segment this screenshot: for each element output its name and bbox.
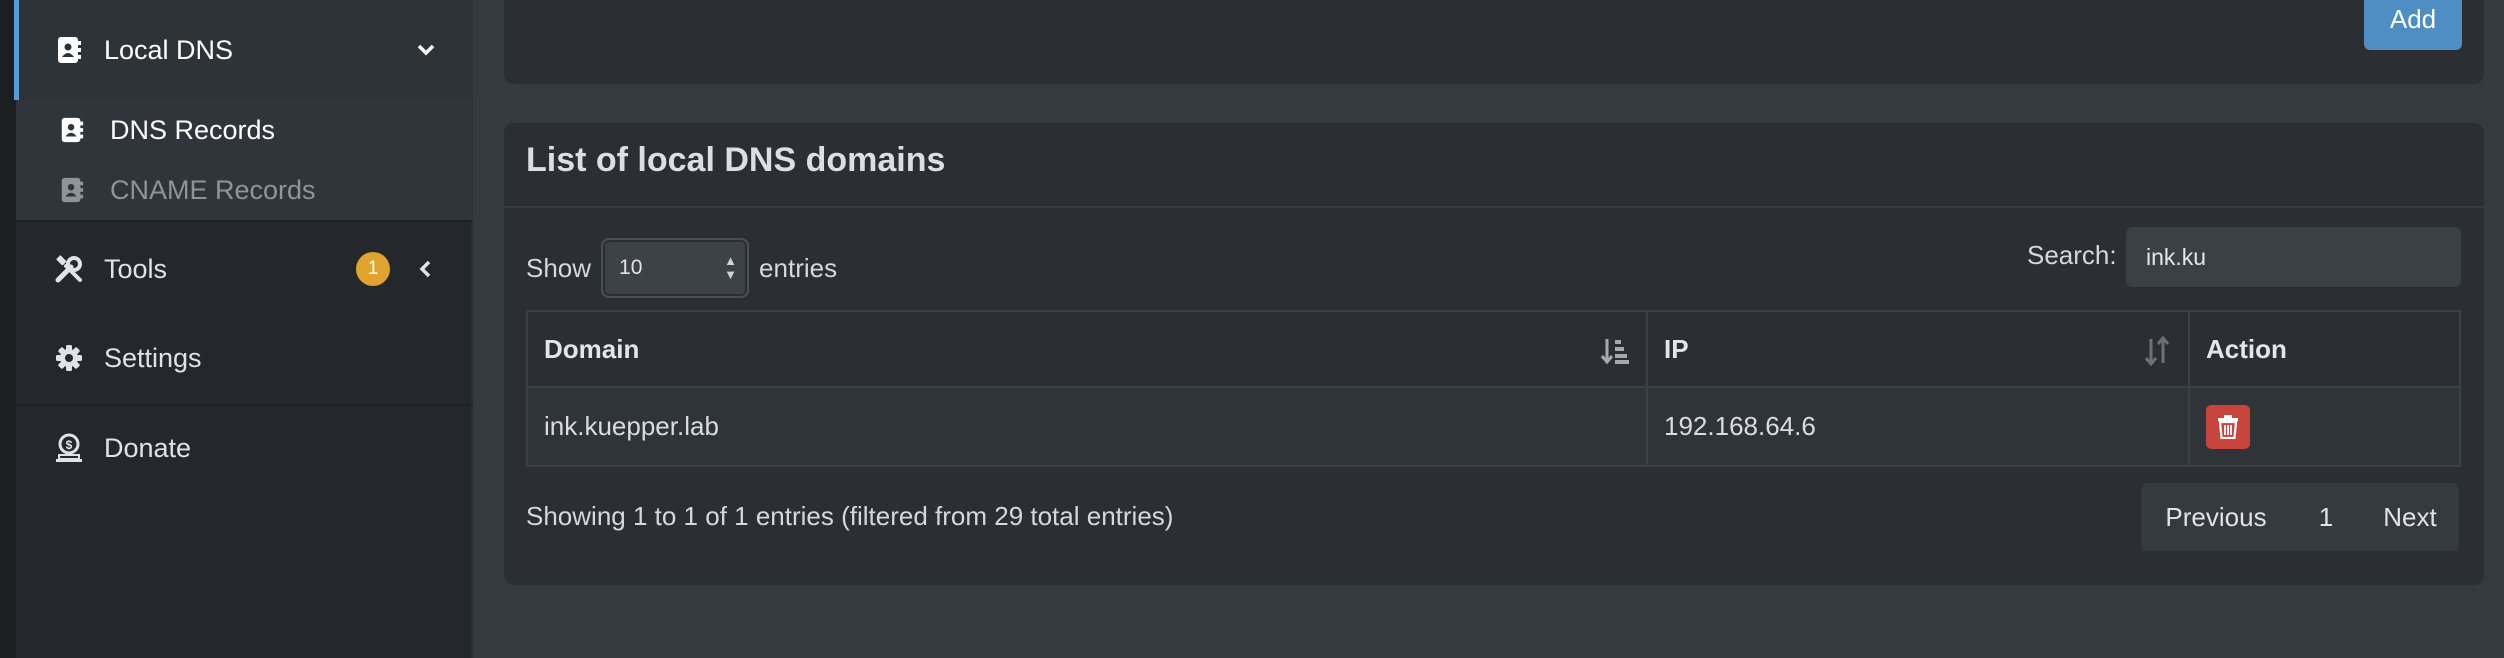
add-record-card: Add [504,0,2484,84]
trash-icon [2218,414,2238,439]
sidebar: Local DNS DNS Records CNAME Records Tool… [0,0,473,658]
column-header-domain[interactable]: Domain [526,310,1648,388]
show-label: Show [526,252,592,283]
entries-label: entries [759,252,838,283]
sidebar-item-label: Tools [104,253,168,284]
cell-domain: ink.kuepper.lab [526,386,1648,467]
sidebar-item-label: Local DNS [104,34,234,65]
sidebar-item-donate[interactable]: $ Donate [16,406,473,490]
cell-action [2188,386,2461,467]
active-indicator [14,0,19,100]
entries-length-control: Show 10 ▲ ▼ entries [526,238,837,298]
tools-icon [54,254,84,284]
sort-both-icon [2144,336,2170,366]
search-input[interactable] [2126,227,2461,287]
submenu-local-dns: DNS Records CNAME Records [16,100,473,220]
card-title: List of local DNS domains [526,141,946,179]
column-header-label: Domain [544,333,640,364]
gear-icon [54,343,84,373]
entries-select[interactable]: 10 ▲ ▼ [601,238,750,298]
sidebar-item-tools[interactable]: Tools 1 [16,222,473,316]
table-info: Showing 1 to 1 of 1 entries (filtered fr… [526,501,1174,531]
column-header-label: IP [1664,333,1689,364]
sidebar-item-settings[interactable]: Settings [16,316,473,400]
sidebar-item-label: Donate [104,432,192,463]
search-label: Search: [2027,240,2117,270]
contact-book-icon [58,116,86,144]
delete-button[interactable] [2206,404,2250,449]
table-header-row: Domain IP Action [526,310,2461,388]
pagination-previous[interactable]: Previous [2141,502,2291,533]
pagination: Previous 1 Next [2141,483,2459,551]
entries-select-value: 10 [619,256,643,279]
donate-icon: $ [54,433,84,463]
sidebar-item-cname-records[interactable]: CNAME Records [16,160,473,220]
select-arrows-icon: ▲ ▼ [724,253,738,282]
sidebar-item-dns-records[interactable]: DNS Records [16,100,473,160]
table-row: ink.kuepper.lab 192.168.64.6 [526,386,2461,467]
chevron-left-icon [414,257,438,281]
contact-book-icon [58,176,86,204]
notification-badge: 1 [356,252,390,286]
contact-book-icon [54,35,84,65]
sidebar-item-local-dns[interactable]: Local DNS [16,0,473,100]
chevron-down-icon [414,38,438,62]
cell-ip: 192.168.64.6 [1646,386,2190,467]
column-header-action: Action [2188,310,2461,388]
card-divider [504,206,2484,208]
svg-text:$: $ [66,438,73,452]
column-header-ip[interactable]: IP [1646,310,2190,388]
pagination-next[interactable]: Next [2361,502,2459,533]
column-header-label: Action [2206,333,2287,364]
sort-ascending-icon [1600,339,1629,365]
sidebar-item-label: CNAME Records [110,174,316,205]
sidebar-item-label: Settings [104,342,202,373]
pagination-page-1[interactable]: 1 [2291,502,2361,533]
dns-table: Domain IP Action ink.kuepper.lab 192.168… [526,310,2461,467]
dns-list-card: List of local DNS domains Show 10 ▲ ▼ ent… [504,123,2484,585]
add-button[interactable]: Add [2364,0,2462,50]
sidebar-item-label: DNS Records [110,114,276,145]
